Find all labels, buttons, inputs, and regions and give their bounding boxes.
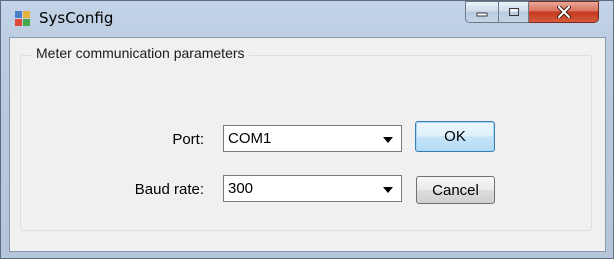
port-label: Port: [172, 131, 204, 148]
dropdown-arrow-icon[interactable] [383, 137, 393, 143]
cancel-button[interactable]: Cancel [416, 176, 495, 204]
port-value: COM1 [228, 130, 272, 147]
maximize-icon [508, 8, 519, 16]
port-combobox[interactable]: COM1 [223, 125, 402, 152]
title-bar[interactable]: SysConfig [1, 1, 613, 37]
dropdown-arrow-icon[interactable] [383, 187, 393, 193]
baud-rate-combobox[interactable]: 300 [223, 175, 402, 202]
close-icon [556, 6, 571, 18]
window-title: SysConfig [39, 9, 114, 27]
maximize-button[interactable] [499, 1, 529, 23]
caption-buttons [465, 1, 607, 25]
ok-button[interactable]: OK [415, 121, 495, 152]
minimize-icon [476, 12, 488, 17]
close-button[interactable] [529, 1, 599, 23]
minimize-button[interactable] [465, 1, 499, 23]
baud-rate-value: 300 [228, 180, 254, 197]
baud-rate-label: Baud rate: [134, 181, 204, 198]
group-title: Meter communication parameters [32, 45, 249, 61]
app-icon[interactable] [15, 11, 31, 27]
